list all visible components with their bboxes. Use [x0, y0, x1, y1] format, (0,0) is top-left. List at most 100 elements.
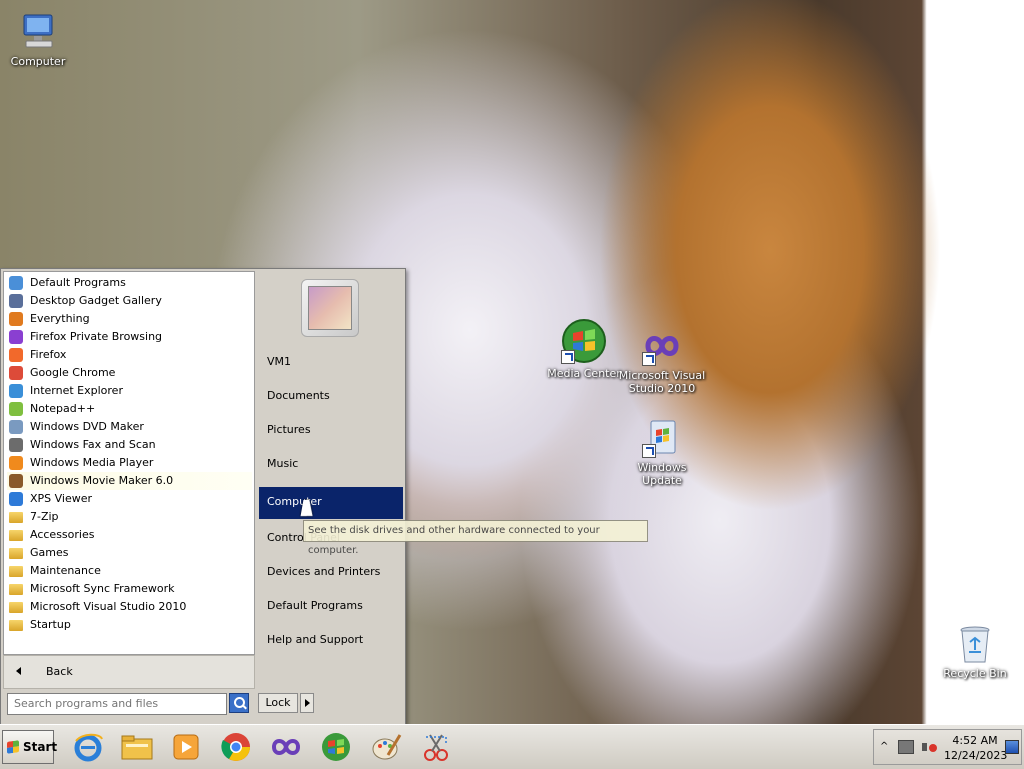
file-explorer-icon: [121, 735, 153, 760]
visual-studio-icon: [271, 739, 301, 755]
desktop-icon-visual-studio[interactable]: Microsoft Visual Studio 2010: [617, 326, 707, 395]
program-label: Firefox: [30, 348, 67, 361]
desktop-icon-label: Computer: [10, 55, 66, 68]
program-label: Everything: [30, 312, 90, 325]
arrow-left-icon: [16, 667, 21, 675]
default-programs-icon: [9, 276, 23, 290]
network-icon[interactable]: [898, 740, 914, 754]
everything-search-icon: [9, 312, 23, 326]
program-item[interactable]: Accessories: [7, 526, 252, 544]
desktop-icon-windows-update[interactable]: Windows Update: [617, 418, 707, 487]
start-menu-link[interactable]: VM1: [259, 347, 403, 377]
search-icon[interactable]: [229, 693, 249, 713]
taskbar-snipping-tool[interactable]: [420, 731, 452, 763]
program-item[interactable]: Games: [7, 544, 252, 562]
clock-date[interactable]: 12/24/2023: [944, 749, 1007, 762]
program-label: Internet Explorer: [30, 384, 123, 397]
desktop-icon-label: Windows Update: [637, 461, 687, 487]
all-programs-list: Default Programs Desktop Gadget Gallery Ev…: [3, 271, 255, 655]
desktop-icon-label: Microsoft Visual Studio 2010: [618, 369, 706, 395]
internet-explorer-icon: [74, 733, 103, 762]
taskbar-chrome[interactable]: [220, 731, 252, 763]
taskbar-visual-studio[interactable]: [270, 731, 302, 763]
program-item[interactable]: Default Programs: [7, 274, 252, 292]
shortcut-arrow-icon: [642, 444, 656, 458]
program-item[interactable]: Startup: [7, 616, 252, 634]
program-label: Windows Movie Maker 6.0: [30, 474, 174, 487]
desktop-icon-label: Media Center: [547, 367, 621, 380]
media-center-icon: [561, 318, 607, 364]
program-item[interactable]: Firefox Private Browsing: [7, 328, 252, 346]
program-label: Notepad++: [30, 402, 96, 415]
volume-muted-icon[interactable]: [922, 740, 937, 754]
program-label: Accessories: [30, 528, 95, 541]
search-box[interactable]: [7, 693, 227, 715]
taskbar-media-center[interactable]: [320, 731, 352, 763]
internet-explorer-icon: [9, 384, 23, 398]
program-item[interactable]: Windows DVD Maker: [7, 418, 252, 436]
firefox-private-icon: [9, 330, 23, 344]
user-avatar: [308, 286, 352, 330]
program-item[interactable]: Windows Fax and Scan: [7, 436, 252, 454]
clock-time[interactable]: 4:52 AM: [950, 734, 1000, 747]
program-label: Startup: [30, 618, 71, 631]
show-desktop-icon[interactable]: [1005, 740, 1019, 754]
program-item[interactable]: Desktop Gadget Gallery: [7, 292, 252, 310]
program-item[interactable]: Microsoft Visual Studio 2010: [7, 598, 252, 616]
program-item[interactable]: Internet Explorer: [7, 382, 252, 400]
windows-update-icon: [642, 418, 682, 458]
show-hidden-icons-chevron-icon[interactable]: ^: [880, 741, 888, 752]
folder-icon: [9, 530, 23, 541]
program-item[interactable]: Microsoft Sync Framework: [7, 580, 252, 598]
program-label: Default Programs: [30, 276, 126, 289]
taskbar-internet-explorer[interactable]: [72, 731, 104, 763]
start-menu-link[interactable]: Music: [259, 449, 403, 479]
back-label: Back: [46, 665, 73, 678]
windows-logo-icon: [7, 740, 19, 754]
program-item[interactable]: Google Chrome: [7, 364, 252, 382]
start-button[interactable]: Start: [2, 730, 57, 764]
start-menu-link[interactable]: Devices and Printers: [259, 557, 403, 587]
start-menu-right-pane: VM1 Documents Pictures Music Computer Control…: [256, 271, 403, 686]
folder-icon: [9, 620, 23, 631]
program-item[interactable]: Maintenance: [7, 562, 252, 580]
search-input[interactable]: [8, 694, 224, 712]
taskbar-file-explorer[interactable]: [120, 731, 153, 763]
desktop-icon-media-center[interactable]: Media Center: [539, 318, 629, 380]
program-item[interactable]: Windows Movie Maker 6.0: [7, 472, 252, 490]
taskbar-paint[interactable]: [370, 731, 402, 763]
tooltip: See the disk drives and other hardware c…: [303, 520, 648, 556]
shutdown-options-arrow-icon[interactable]: [300, 693, 314, 713]
notification-area: ^ 4:52 AM 12/24/2023: [873, 729, 1022, 765]
folder-icon: [9, 566, 23, 577]
fax-scan-icon: [9, 438, 23, 452]
back-button[interactable]: Back: [3, 655, 255, 689]
program-item[interactable]: Windows Media Player: [7, 454, 252, 472]
start-menu-link[interactable]: Default Programs: [259, 591, 403, 621]
program-item[interactable]: Everything: [7, 310, 252, 328]
user-picture[interactable]: [301, 279, 359, 337]
program-label: Games: [30, 546, 69, 559]
program-item[interactable]: Firefox: [7, 346, 252, 364]
snipping-tool-icon: [424, 734, 448, 761]
taskbar-media-player[interactable]: [170, 731, 202, 763]
start-menu-link[interactable]: Help and Support: [259, 625, 403, 655]
firefox-icon: [9, 348, 23, 362]
program-item[interactable]: Notepad++: [7, 400, 252, 418]
computer-icon: [18, 12, 58, 52]
program-item[interactable]: 7-Zip: [7, 508, 252, 526]
program-label: Microsoft Visual Studio 2010: [30, 600, 187, 613]
program-label: 7-Zip: [30, 510, 59, 523]
shortcut-arrow-icon: [561, 350, 575, 364]
start-menu-link[interactable]: Pictures: [259, 415, 403, 445]
start-menu-link[interactable]: Documents: [259, 381, 403, 411]
media-player-icon: [9, 456, 23, 470]
program-label: Windows DVD Maker: [30, 420, 144, 433]
program-item[interactable]: XPS Viewer: [7, 490, 252, 508]
desktop-icon-recycle-bin[interactable]: Recycle Bin: [930, 624, 1020, 680]
program-label: Microsoft Sync Framework: [30, 582, 175, 595]
program-label: XPS Viewer: [30, 492, 93, 505]
lock-button[interactable]: Lock: [258, 693, 298, 713]
desktop-icon-computer[interactable]: Computer: [0, 12, 83, 68]
start-menu-link[interactable]: Computer: [259, 487, 403, 519]
